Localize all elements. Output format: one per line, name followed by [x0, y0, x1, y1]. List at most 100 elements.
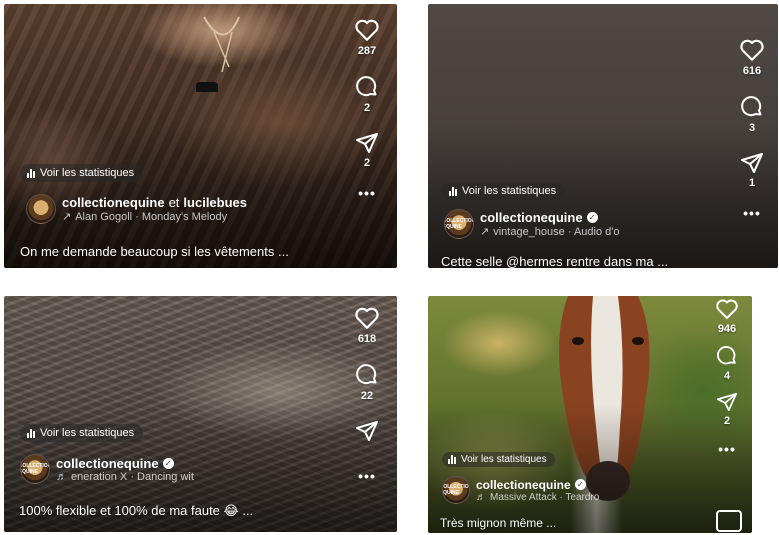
comment-count: 2	[363, 102, 371, 114]
share-count: 1	[748, 177, 756, 189]
more-icon: •••	[743, 205, 761, 221]
comment-count: 3	[748, 122, 756, 134]
more-options-button[interactable]: •••	[358, 468, 376, 484]
share-count: 2	[363, 157, 371, 169]
bar-chart-icon	[27, 168, 35, 178]
comment-icon	[717, 346, 736, 365]
arrow-icon: ↗	[62, 211, 72, 223]
caption[interactable]: On me demande beaucoup si les vêtements …	[20, 244, 289, 259]
comment-count: 22	[360, 390, 374, 402]
heart-icon	[355, 19, 379, 41]
audio-row[interactable]: ♬ Massive Attack · Teardro	[476, 492, 616, 503]
username[interactable]: collectionequine	[62, 195, 165, 210]
send-icon	[717, 392, 737, 412]
bar-chart-icon	[448, 455, 456, 464]
share-button[interactable]: 1	[740, 152, 764, 189]
reel-tile-4[interactable]: 946 4 2 ••• Voir les statistiques COLLEC…	[428, 296, 752, 533]
audio-label: vintage_house · Audio d'o	[493, 225, 620, 238]
action-column: 946 4 2 •••	[714, 298, 740, 456]
verified-icon: ✓	[574, 479, 586, 490]
username[interactable]: collectionequine	[480, 210, 583, 225]
more-icon: •••	[358, 468, 376, 484]
avatar[interactable]: COLLECTION EQUINE	[20, 454, 50, 484]
share-button[interactable]: 2	[355, 132, 379, 169]
user-row: COLLECTION EQUINE collectionequine ✓ ♬ e…	[20, 454, 226, 484]
like-count: 946	[717, 323, 737, 335]
bottom-gradient	[428, 402, 752, 533]
avatar-text: COLLECTION EQUINE	[443, 484, 469, 496]
username[interactable]: collectionequine	[476, 478, 571, 492]
view-stats-label: Voir les statistiques	[40, 167, 135, 179]
caption[interactable]: Très mignon même ...	[440, 516, 556, 530]
comment-button[interactable]: 2	[355, 75, 379, 114]
comment-button[interactable]: 4	[716, 345, 738, 382]
music-note-icon: ♬	[476, 491, 486, 503]
share-button[interactable]: 2	[716, 392, 738, 427]
view-stats-label: Voir les statistiques	[40, 427, 135, 439]
heart-icon	[740, 39, 764, 61]
avatar[interactable]: COLLECTION EQUINE	[442, 476, 470, 504]
arrow-icon: ↗	[480, 226, 490, 238]
lace-detail	[196, 16, 240, 92]
comment-button[interactable]: 22	[355, 363, 379, 402]
more-icon: •••	[358, 185, 376, 201]
username-joiner: et	[168, 195, 180, 210]
like-button[interactable]: 946	[715, 298, 739, 335]
avatar[interactable]	[26, 194, 56, 224]
caption[interactable]: Cette selle @hermes rentre dans ma ...	[441, 254, 668, 268]
like-count: 616	[742, 65, 762, 77]
more-options-button[interactable]: •••	[718, 442, 736, 456]
user-row: collectionequine et lucilebues ↗ Alan Go…	[26, 194, 247, 224]
username[interactable]: collectionequine	[56, 456, 159, 471]
comment-button[interactable]: 3	[740, 95, 764, 134]
view-stats-label: Voir les statistiques	[462, 185, 557, 197]
action-column: 287 2 2 •••	[352, 18, 382, 201]
like-button[interactable]: 618	[354, 306, 380, 345]
collaborator-username[interactable]: lucilebues	[183, 195, 247, 210]
more-options-button[interactable]: •••	[743, 205, 761, 221]
avatar-text: COLLECTION EQUINE	[20, 463, 50, 475]
bar-chart-icon	[449, 186, 457, 196]
view-stats-button[interactable]: Voir les statistiques	[442, 182, 566, 200]
avatar[interactable]: COLLECTION EQUINE	[444, 209, 474, 239]
verified-icon: ✓	[162, 457, 174, 469]
audio-row[interactable]: ♬ eneration X · Dancing wit	[56, 471, 226, 483]
audio-row[interactable]: ↗ Alan Gogoll · Monday's Melody	[62, 210, 247, 224]
send-icon	[356, 133, 378, 153]
user-row: COLLECTION EQUINE collectionequine ✓ ↗ v…	[444, 209, 630, 239]
view-stats-button[interactable]: Voir les statistiques	[20, 164, 144, 182]
heart-icon	[355, 307, 379, 329]
view-stats-button[interactable]: Voir les statistiques	[20, 424, 144, 442]
like-count: 618	[357, 333, 377, 345]
comment-icon	[741, 96, 762, 117]
reels-icon	[716, 510, 742, 532]
comment-icon	[356, 364, 377, 385]
like-count: 287	[357, 45, 377, 57]
share-button[interactable]	[355, 420, 379, 442]
comment-icon	[356, 76, 377, 97]
action-column: 618 22 •••	[352, 306, 382, 484]
caption[interactable]: 100% flexible et 100% de ma faute 😂 ...	[19, 503, 253, 519]
music-note-icon: ♬	[56, 470, 67, 483]
like-button[interactable]: 616	[739, 38, 765, 77]
audio-label: Alan Gogoll · Monday's Melody	[75, 210, 228, 223]
view-stats-label: Voir les statistiques	[461, 454, 547, 465]
bar-chart-icon	[27, 428, 35, 438]
reel-tile-3[interactable]: 618 22 ••• Voir les statistiques COLLECT…	[4, 296, 397, 532]
action-column: 616 3 1 •••	[737, 38, 767, 221]
reel-tile-1[interactable]: 287 2 2 ••• Voir les statistiques collec…	[4, 4, 397, 268]
send-icon	[356, 421, 378, 441]
audio-label: Massive Attack · Teardro	[490, 491, 600, 503]
view-stats-button[interactable]: Voir les statistiques	[442, 452, 555, 467]
comment-count: 4	[723, 370, 731, 382]
avatar-text: COLLECTION EQUINE	[444, 218, 474, 230]
audio-row[interactable]: ↗ vintage_house · Audio d'o	[480, 225, 630, 239]
more-options-button[interactable]: •••	[358, 185, 376, 201]
heart-icon	[716, 299, 738, 319]
reel-tile-2[interactable]: 616 3 1 ••• Voir les statistiques COLLEC…	[428, 4, 778, 268]
user-row: COLLECTION EQUINE collectionequine ✓ ♬ M…	[442, 476, 616, 504]
share-count: 2	[723, 415, 731, 427]
like-button[interactable]: 287	[354, 18, 380, 57]
verified-icon: ✓	[586, 212, 598, 223]
send-icon	[741, 153, 763, 173]
